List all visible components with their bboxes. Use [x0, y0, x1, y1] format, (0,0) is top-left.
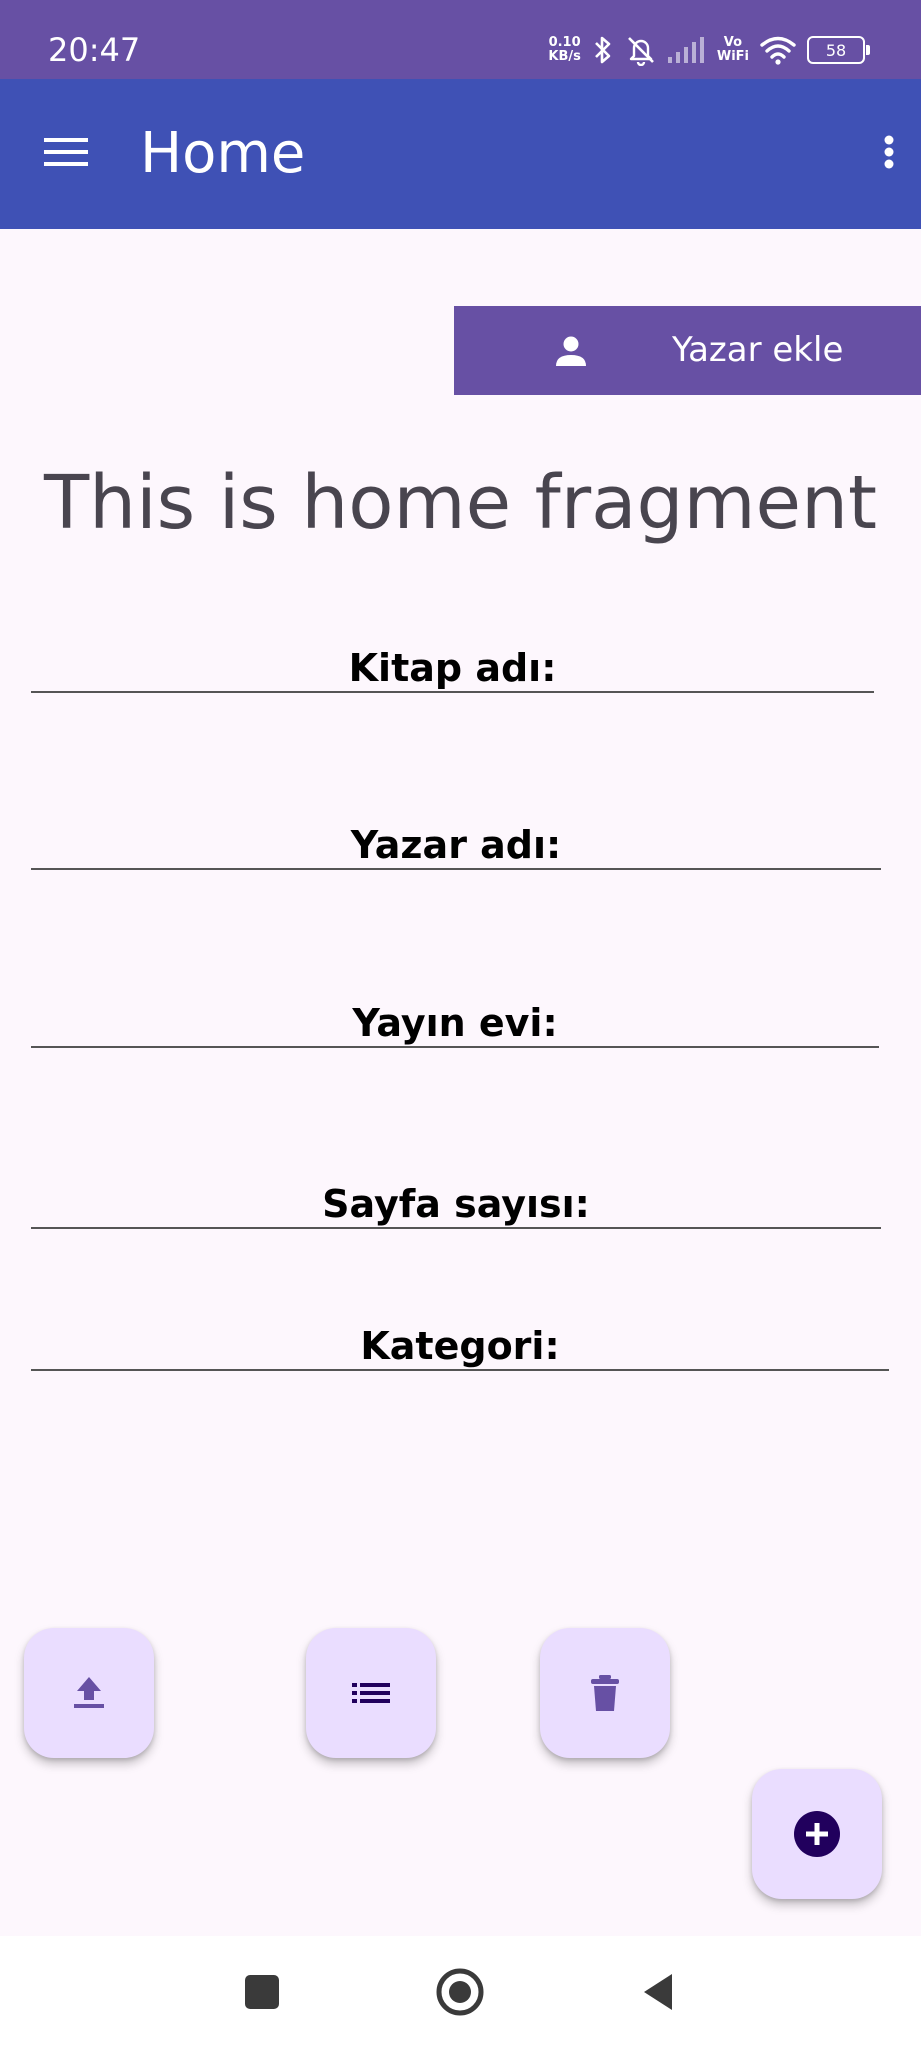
book-name-field[interactable] [31, 645, 874, 693]
vowifi-bottom: WiFi [716, 49, 749, 64]
wifi-icon [760, 36, 796, 65]
category-field-wrapper [31, 1323, 889, 1373]
signal-icon [667, 37, 704, 63]
menu-button[interactable] [36, 122, 96, 182]
add-circle-icon [794, 1811, 840, 1857]
category-field[interactable] [31, 1323, 889, 1371]
page-title: Home [140, 121, 306, 186]
bluetooth-icon [594, 36, 611, 64]
battery-level: 58 [825, 40, 847, 60]
upload-icon [74, 1677, 104, 1708]
trash-icon [591, 1675, 619, 1711]
book-name-field-wrapper [31, 645, 874, 695]
list-button[interactable] [306, 1628, 436, 1758]
status-time: 20:47 [48, 31, 141, 69]
network-speed-unit: KB/s [548, 49, 581, 64]
overflow-menu-button[interactable] [841, 122, 901, 182]
system-nav-bar [0, 1936, 921, 2048]
add-author-label: Yazar ekle [672, 330, 844, 370]
recents-button[interactable] [234, 1964, 290, 2020]
home-icon [436, 1968, 484, 2016]
back-icon [644, 1974, 672, 2010]
publisher-field[interactable] [31, 1000, 879, 1048]
status-bar: 20:47 0.10 KB/s Vo WiFi 58 [0, 0, 921, 79]
add-fab-button[interactable] [752, 1769, 882, 1899]
vowifi-top: Vo [723, 35, 743, 50]
delete-button[interactable] [540, 1628, 670, 1758]
publisher-field-wrapper [31, 1000, 879, 1050]
hamburger-menu-icon [44, 138, 88, 166]
app-bar: Home [0, 79, 921, 229]
add-author-button[interactable]: Yazar ekle [454, 306, 921, 395]
status-icons: 0.10 KB/s Vo WiFi 58 [548, 28, 870, 72]
upload-button[interactable] [24, 1628, 154, 1758]
vowifi-indicator: Vo WiFi [717, 36, 749, 64]
battery-icon: 58 [807, 36, 870, 64]
list-icon [352, 1683, 390, 1703]
muted-bell-icon [627, 37, 654, 66]
home-button[interactable] [432, 1964, 488, 2020]
author-name-field[interactable] [31, 822, 881, 870]
network-speed-value: 0.10 [548, 35, 581, 50]
fragment-text: This is home fragment [43, 460, 877, 546]
recents-icon [245, 1975, 279, 2009]
network-speed: 0.10 KB/s [548, 36, 580, 64]
author-name-field-wrapper [31, 822, 881, 872]
page-count-field-wrapper [31, 1181, 881, 1231]
person-icon [556, 336, 586, 366]
page-count-field[interactable] [31, 1181, 881, 1229]
back-button[interactable] [630, 1964, 686, 2020]
more-vert-icon [884, 135, 894, 169]
